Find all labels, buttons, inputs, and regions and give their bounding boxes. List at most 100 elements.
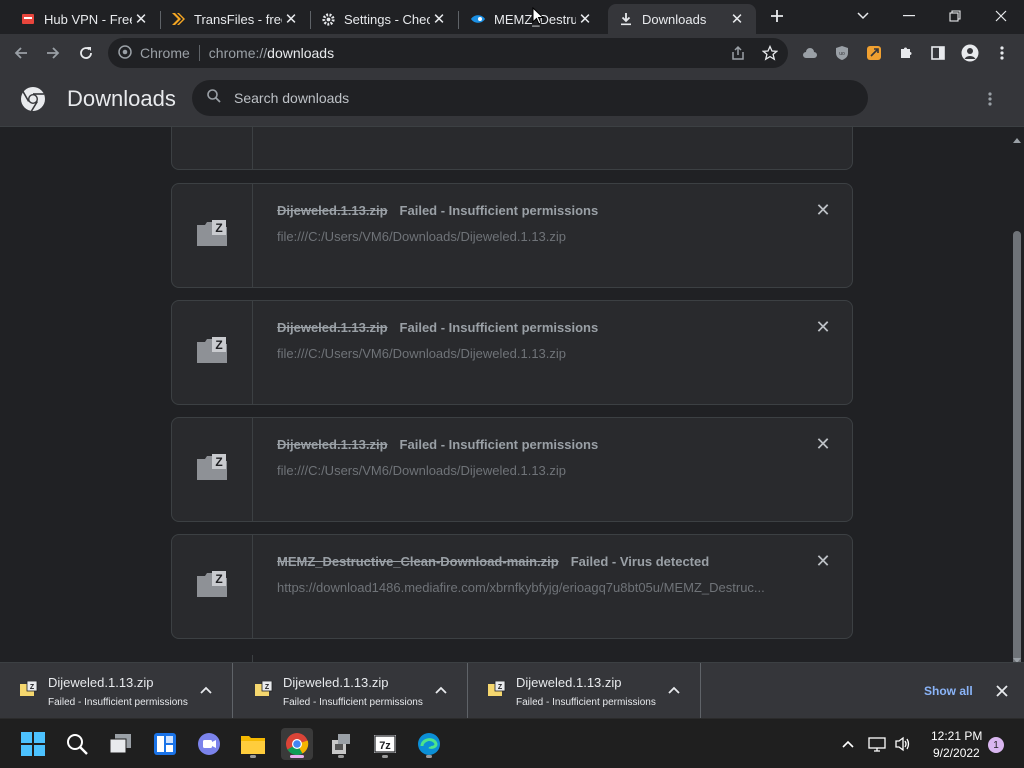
address-bar[interactable]: Chrome chrome://downloads	[108, 38, 788, 68]
zip-file-icon: Z	[20, 680, 38, 702]
scroll-thumb[interactable]	[1013, 231, 1021, 671]
tab-strip: Hub VPN - Free ✕ TransFiles - free ✕ Set…	[0, 0, 1024, 34]
bookmark-star-icon[interactable]	[755, 38, 785, 68]
task-view-icon[interactable]	[105, 728, 137, 760]
download-filename[interactable]: MEMZ_Destructive_Clean-Download-main.zip	[277, 554, 559, 569]
download-path: file:///C:/Users/VM6/Downloads/Dijeweled…	[277, 229, 567, 244]
shelf-status: Failed - Insufficient permissions	[516, 697, 656, 708]
remove-download-button[interactable]: ✕	[814, 317, 832, 337]
extensions-puzzle-icon[interactable]	[891, 38, 921, 68]
running-indicator	[382, 755, 388, 758]
remove-download-button[interactable]: ✕	[814, 551, 832, 571]
shelf-item[interactable]: Z Dijeweled.1.13.zip Failed - Insufficie…	[468, 663, 701, 719]
omnibox-divider	[198, 45, 200, 61]
svg-text:7z: 7z	[379, 740, 391, 752]
tab-transfiles[interactable]: TransFiles - free ✕	[160, 4, 310, 34]
download-shelf: Z Dijeweled.1.13.zip Failed - Insufficie…	[0, 662, 1024, 719]
running-indicator	[426, 755, 432, 758]
download-filename[interactable]: Dijeweled.1.13.zip	[277, 203, 388, 218]
side-panel-icon[interactable]	[923, 38, 953, 68]
restore-button[interactable]	[932, 0, 978, 32]
shelf-item[interactable]: Z Dijeweled.1.13.zip Failed - Insufficie…	[0, 663, 233, 719]
chrome-taskbar-icon[interactable]	[281, 728, 313, 760]
close-tab-icon[interactable]: ✕	[728, 10, 746, 28]
back-button[interactable]	[6, 38, 36, 68]
clock-time[interactable]: 12:21 PM	[931, 729, 982, 743]
card-icon-area: Z	[172, 535, 253, 638]
download-status: Failed - Insufficient permissions	[399, 203, 599, 218]
reload-button[interactable]	[71, 38, 101, 68]
close-shelf-icon[interactable]	[996, 681, 1008, 702]
shelf-item[interactable]: Z Dijeweled.1.13.zip Failed - Insufficie…	[235, 663, 468, 719]
url-scheme: chrome://	[208, 45, 268, 61]
windows-start-icon[interactable]	[17, 728, 49, 760]
page-scrollbar[interactable]	[1010, 127, 1024, 671]
search-input[interactable]	[234, 90, 834, 106]
svg-text:Z: Z	[215, 455, 222, 469]
chevron-up-icon[interactable]	[200, 683, 212, 697]
widgets-icon[interactable]	[149, 728, 181, 760]
tab-hub-vpn[interactable]: Hub VPN - Free ✕	[10, 4, 160, 34]
teams-chat-icon[interactable]	[193, 728, 225, 760]
file-explorer-icon[interactable]	[237, 728, 269, 760]
shelf-status: Failed - Insufficient permissions	[283, 697, 423, 708]
tray-chevron-up-icon[interactable]	[838, 728, 858, 760]
new-tab-button[interactable]	[760, 0, 794, 32]
close-tab-icon[interactable]: ✕	[282, 10, 300, 28]
close-tab-icon[interactable]: ✕	[132, 10, 150, 28]
close-window-button[interactable]	[978, 0, 1024, 32]
tab-search-button[interactable]	[840, 0, 886, 32]
minimize-button[interactable]	[886, 0, 932, 32]
remove-download-button[interactable]: ✕	[814, 200, 832, 220]
remove-download-button[interactable]: ✕	[814, 434, 832, 454]
shelf-filename: Dijeweled.1.13.zip	[283, 675, 389, 690]
browser-toolbar: Chrome chrome://downloads uo	[0, 34, 1024, 72]
search-box[interactable]	[192, 80, 868, 116]
volume-icon[interactable]	[892, 728, 914, 760]
extension-cloud-icon[interactable]	[795, 38, 825, 68]
download-card: Z Dijeweled.1.13.zip Failed - Insufficien…	[171, 183, 853, 288]
forward-button[interactable]	[38, 38, 68, 68]
seven-zip-icon[interactable]: 7z	[369, 728, 401, 760]
chevron-up-icon[interactable]	[668, 683, 680, 697]
share-icon[interactable]	[723, 38, 753, 68]
ublock-icon[interactable]: uo	[827, 38, 857, 68]
tab-downloads[interactable]: Downloads ✕	[608, 4, 756, 34]
vpn-extension-icon[interactable]	[859, 38, 889, 68]
download-url[interactable]: https://download1486.mediafire.com/xbrnf…	[277, 580, 765, 595]
download-filename[interactable]: Dijeweled.1.13.zip	[277, 320, 388, 335]
installer-app-icon[interactable]	[325, 728, 357, 760]
tab-title: Hub VPN - Free	[44, 11, 132, 27]
running-indicator	[250, 755, 256, 758]
download-card: Z Dijeweled.1.13.zip Failed - Insufficien…	[171, 417, 853, 522]
zip-file-icon: Z	[196, 219, 228, 252]
download-status: Failed - Virus detected	[570, 554, 710, 569]
edge-icon[interactable]	[413, 728, 445, 760]
chrome-menu-icon[interactable]	[987, 38, 1017, 68]
close-tab-icon[interactable]: ✕	[430, 10, 448, 28]
download-filename-row: MEMZ_Destructive_Clean-Download-main.zip…	[277, 554, 709, 569]
download-status: Failed - Insufficient permissions	[399, 437, 599, 452]
svg-text:Z: Z	[215, 338, 222, 352]
download-card-partial	[171, 127, 853, 170]
download-filename-row: Dijeweled.1.13.zip Failed - Insufficient …	[277, 203, 598, 218]
tab-settings[interactable]: Settings - Check ✕	[310, 4, 458, 34]
network-icon[interactable]	[866, 728, 888, 760]
running-indicator	[338, 755, 344, 758]
zip-file-icon	[196, 127, 228, 131]
close-tab-icon[interactable]: ✕	[576, 10, 594, 28]
download-filename[interactable]: Dijeweled.1.13.zip	[277, 437, 388, 452]
notification-badge[interactable]: 1	[988, 737, 1004, 753]
url-host: downloads	[267, 45, 335, 61]
profile-avatar-icon[interactable]	[955, 38, 985, 68]
show-all-link[interactable]: Show all	[924, 684, 973, 698]
clock-date[interactable]: 9/2/2022	[933, 746, 980, 760]
hub-vpn-favicon-icon	[20, 11, 36, 27]
taskbar-search-icon[interactable]	[61, 728, 93, 760]
card-icon-area: Z	[172, 301, 253, 404]
download-icon	[618, 11, 634, 27]
shelf-status: Failed - Insufficient permissions	[48, 697, 188, 708]
scroll-up-arrow-icon[interactable]	[1013, 130, 1021, 148]
more-actions-icon[interactable]	[984, 90, 996, 113]
chevron-up-icon[interactable]	[435, 683, 447, 697]
